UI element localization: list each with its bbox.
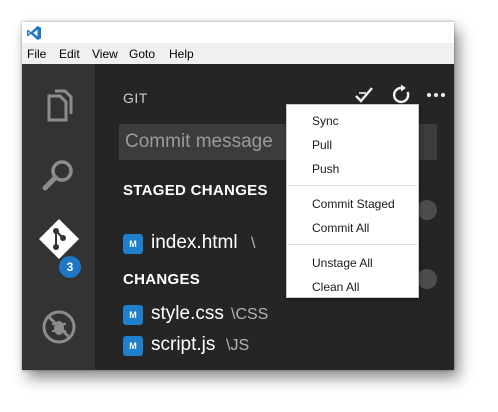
menu-separator xyxy=(288,244,417,245)
menu-item-commit-all[interactable]: Commit All xyxy=(312,221,369,235)
git-changes-badge: 3 xyxy=(57,254,83,280)
changes-header[interactable]: CHANGES xyxy=(123,271,200,288)
checkmark-icon[interactable] xyxy=(353,84,375,106)
menu-edit[interactable]: Edit xyxy=(59,47,80,61)
menu-item-unstage-all[interactable]: Unstage All xyxy=(312,256,373,270)
modified-badge: M xyxy=(123,305,143,325)
menu-file[interactable]: File xyxy=(27,47,46,61)
modified-badge: M xyxy=(123,234,143,254)
debug-icon[interactable] xyxy=(36,304,82,350)
file-name: script.js xyxy=(151,334,216,355)
menu-item-commit-staged[interactable]: Commit Staged xyxy=(312,197,395,211)
staged-changes-header[interactable]: STAGED CHANGES xyxy=(123,182,268,199)
menu-item-push[interactable]: Push xyxy=(312,162,339,176)
file-path: \CSS xyxy=(231,306,269,323)
file-path: \ xyxy=(251,235,256,252)
file-name: style.css xyxy=(151,303,224,324)
menu-help[interactable]: Help xyxy=(169,47,194,61)
ellipsis-icon[interactable] xyxy=(425,84,447,106)
menu-goto[interactable]: Goto xyxy=(129,47,155,61)
panel-title: GIT xyxy=(123,90,148,106)
menu-bar: File Edit View Goto Help xyxy=(22,43,454,64)
file-path: \JS xyxy=(226,337,250,354)
activity-bar: 3 xyxy=(22,64,95,370)
search-icon[interactable] xyxy=(36,152,82,198)
title-bar xyxy=(22,22,454,43)
changes-count-pill xyxy=(417,269,437,289)
staged-count-pill xyxy=(417,200,437,220)
file-name: index.html xyxy=(151,232,238,253)
refresh-icon[interactable] xyxy=(391,84,413,106)
menu-view[interactable]: View xyxy=(92,47,118,61)
menu-item-pull[interactable]: Pull xyxy=(312,138,332,152)
menu-separator xyxy=(288,185,417,186)
menu-item-sync[interactable]: Sync xyxy=(312,114,339,128)
vscode-logo-icon xyxy=(27,26,41,40)
menu-item-clean-all[interactable]: Clean All xyxy=(312,280,359,294)
files-icon[interactable] xyxy=(36,84,82,130)
modified-badge: M xyxy=(123,336,143,356)
git-actions-menu: Sync Pull Push Commit Staged Commit All … xyxy=(286,104,419,298)
